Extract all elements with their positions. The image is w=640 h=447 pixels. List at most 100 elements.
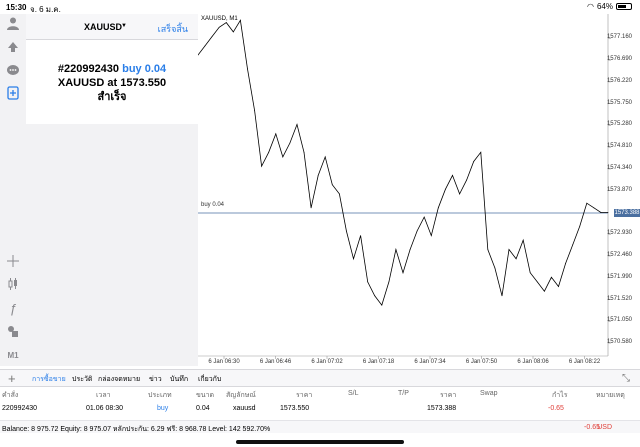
price-point [254,110,255,112]
order-panel-header: XAUUSD ▼ เสร็จสิ้น [26,14,198,40]
battery-icon [616,3,632,10]
col-current-price[interactable]: ราคา [440,390,456,401]
price-point [289,142,291,144]
col-comment[interactable]: หมายเหตุ [596,390,625,401]
price-point [487,249,489,250]
price-tick-label: 1574.810 [606,143,632,150]
order-line-2: XAUUSD at 1573.550 [26,76,198,90]
col-type[interactable]: ประเภท [148,390,172,401]
price-point [459,193,460,195]
col-swap[interactable]: Swap [480,390,498,397]
price-tick-label: 1575.750 [606,99,632,106]
price-point [303,151,305,153]
price-point [423,216,425,218]
panel-symbol[interactable]: XAUUSD [84,22,122,32]
price-point [437,207,439,209]
price-point [331,184,333,186]
timeframe-icon[interactable]: M1 [5,348,21,364]
price-point [374,295,376,297]
function-icon[interactable]: ƒ [5,301,21,317]
price-point [565,262,566,264]
status-bar: 15:30 จ. 6 ม.ค. ◠ 64% [0,0,640,14]
price-point [381,304,383,306]
price-point [360,235,361,237]
order-status: สำเร็จ [97,91,127,103]
price-point [473,161,475,162]
crosshair-icon[interactable] [5,254,21,270]
order-line-1: #220992430 buy 0.04 [26,62,198,76]
battery-text: 64% [596,2,613,11]
row-symbol: xauusd [233,405,256,412]
chart-canvas[interactable] [198,14,640,366]
time-tick-label: 6 Jan 08:22 [568,359,601,365]
price-point [551,276,552,278]
time-tick-label: 6 Jan 07:50 [465,359,498,365]
col-time[interactable]: เวลา [96,390,111,401]
price-tick-label: 1576.220 [606,77,632,84]
tab-history[interactable]: ประวัติ [72,374,92,385]
objects-icon[interactable] [5,324,21,340]
done-button[interactable]: เสร็จสิ้น [158,22,188,36]
chat-icon[interactable] [5,64,21,80]
price-point [607,212,609,213]
price-chart[interactable]: XAUUSD, M1 buy 0.04 1577.160 1576.690 1576… [198,14,640,366]
col-symbol[interactable]: สัญลักษณ์ [226,390,256,401]
order-price: 1573.550 [120,77,167,89]
col-price[interactable]: ราคา [296,390,312,401]
chart-title: XAUUSD, M1 [201,16,238,22]
price-point [515,258,517,260]
balance-bar: Balance: 8 975.72 Equity: 8 975.07 หลักป… [0,420,640,433]
price-point [586,202,588,204]
price-point [275,133,277,135]
col-tp[interactable]: T/P [398,390,409,397]
price-point [593,207,595,209]
resize-icon[interactable]: ⤡ [622,373,630,384]
price-tick-label: 1571.050 [606,317,632,324]
status-right: ◠ 64% [587,2,632,11]
battery-fill [618,5,626,8]
candle-icon[interactable] [5,277,21,293]
table-header: คำสั่ง เวลา ประเภท ขนาด สัญลักษณ์ ราคา S… [0,390,640,402]
toolbox-tabs: + การซื้อขาย ประวัติ กล่องจดหมาย ข่าว บั… [0,369,640,387]
order-at: XAUUSD at [57,77,118,89]
price-point [445,188,446,190]
order-panel: XAUUSD ▼ เสร็จสิ้น #220992430 buy 0.04 X… [26,14,198,124]
position-line-label: buy 0.04 [201,202,225,209]
tab-about[interactable]: เกี่ยวกับ [198,374,221,385]
col-order[interactable]: คำสั่ง [2,390,18,401]
price-point [395,249,397,250]
time-tick-label: 6 Jan 06:30 [208,359,240,365]
price-tick-label: 1576.690 [606,56,632,63]
price-point [317,175,319,176]
add-icon[interactable]: + [8,371,16,386]
bid-price-box: 1573.388 [614,209,640,218]
price-point [247,68,248,70]
col-profit[interactable]: กำไร [552,390,567,401]
chevron-down-icon[interactable]: ▼ [121,23,127,29]
price-point [367,281,369,283]
price-point [296,124,298,125]
order-result: #220992430 buy 0.04 XAUUSD at 1573.550 ส… [26,62,198,104]
price-point [572,244,574,246]
price-tick-label: 1577.160 [606,34,632,41]
price-point [579,225,581,227]
row-order: 220992430 [2,405,38,412]
tab-journal[interactable]: บันทึก [170,374,188,385]
balance-summary: Balance: 8 975.72 Equity: 8 975.07 หลักป… [2,426,271,433]
price-point [353,258,354,260]
new-order-icon[interactable] [5,86,21,102]
tab-trade[interactable]: การซื้อขาย [32,374,66,385]
price-tick-label: 1570.580 [606,339,632,346]
user-icon[interactable] [5,16,21,32]
tab-mailbox[interactable]: กล่องจดหมาย [98,374,140,385]
price-point [452,175,453,176]
tab-news[interactable]: ข่าว [149,374,162,385]
table-row[interactable]: 220992430 01.06 08:30 buy 0.04 xauusd 15… [0,405,640,417]
col-size[interactable]: ขนาด [196,390,214,401]
time-tick-label: 6 Jan 07:34 [414,359,446,365]
trade-icon[interactable] [5,40,21,56]
order-id: #220992430 [57,63,120,75]
price-point [211,36,213,37]
col-sl[interactable]: S/L [348,390,359,397]
price-tick-label: 1574.340 [606,164,632,171]
